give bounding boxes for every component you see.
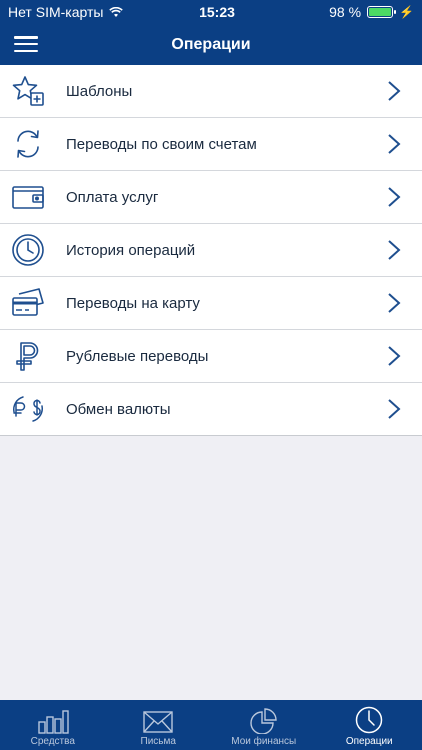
- operations-list: Шаблоны Переводы по своим счетам Оплата …: [0, 65, 422, 436]
- chevron-right-icon: [388, 293, 401, 313]
- operation-row-templates[interactable]: Шаблоны: [0, 65, 422, 118]
- operation-label: Обмен валюты: [66, 400, 171, 418]
- operation-row-history[interactable]: История операций: [0, 224, 422, 277]
- operation-label: Рублевые переводы: [66, 347, 209, 365]
- bar-chart-icon: [38, 710, 69, 734]
- operation-row-ruble-transfers[interactable]: Рублевые переводы: [0, 330, 422, 383]
- status-bar: Нет SIM-карты 15:23 98 % ⚡: [0, 0, 422, 24]
- chevron-right-icon: [388, 187, 401, 207]
- operation-label: Оплата услуг: [66, 188, 159, 206]
- tab-label: Средства: [30, 736, 75, 747]
- wallet-icon: [11, 180, 45, 214]
- clock-icon: [356, 706, 383, 734]
- tab-bar: Средства Письма Мои финансы Операции: [0, 700, 422, 750]
- wifi-icon: [109, 6, 124, 17]
- operation-row-card-transfers[interactable]: Переводы на карту: [0, 277, 422, 330]
- status-left: Нет SIM-карты: [8, 4, 168, 20]
- navigation-bar: Операции: [0, 24, 422, 65]
- operation-label: Переводы по своим счетам: [66, 135, 257, 153]
- menu-line: [14, 42, 38, 46]
- battery-percent: 98 %: [329, 4, 362, 20]
- pie-chart-icon: [250, 708, 277, 734]
- tab-letters[interactable]: Письма: [106, 700, 212, 750]
- cards-icon: [11, 286, 45, 320]
- carrier-label: Нет SIM-карты: [8, 4, 104, 20]
- menu-line: [14, 49, 38, 52]
- tab-operations[interactable]: Операции: [317, 700, 422, 750]
- tab-label: Мои финансы: [231, 736, 297, 747]
- chevron-right-icon: [388, 134, 401, 154]
- currency-exchange-icon: [11, 392, 45, 426]
- star-plus-icon: [11, 74, 45, 108]
- menu-button[interactable]: [14, 33, 38, 55]
- tab-my-finances[interactable]: Мои финансы: [211, 700, 317, 750]
- status-right: 98 % ⚡: [294, 4, 414, 20]
- tab-label: Операции: [345, 736, 393, 747]
- chevron-right-icon: [388, 399, 401, 419]
- page-title: Операции: [171, 35, 251, 53]
- battery-icon: [367, 6, 397, 18]
- charging-icon: ⚡: [399, 5, 414, 19]
- operation-row-own-transfers[interactable]: Переводы по своим счетам: [0, 118, 422, 171]
- chevron-right-icon: [388, 346, 401, 366]
- operation-label: История операций: [66, 241, 196, 259]
- battery-fill: [369, 8, 391, 16]
- envelope-icon: [143, 711, 173, 733]
- tab-label: Письма: [140, 736, 176, 747]
- menu-line: [14, 36, 38, 39]
- operation-label: Переводы на карту: [66, 294, 200, 312]
- chevron-right-icon: [388, 240, 401, 260]
- operation-row-currency-exchange[interactable]: Обмен валюты: [0, 383, 422, 436]
- clock-icon: [11, 233, 45, 267]
- operation-label: Шаблоны: [66, 82, 133, 100]
- chevron-right-icon: [388, 81, 401, 101]
- status-time: 15:23: [199, 4, 235, 20]
- ruble-icon: [11, 339, 45, 373]
- operation-row-payments[interactable]: Оплата услуг: [0, 171, 422, 224]
- tab-funds[interactable]: Средства: [0, 700, 106, 750]
- transfer-arrows-icon: [11, 127, 45, 161]
